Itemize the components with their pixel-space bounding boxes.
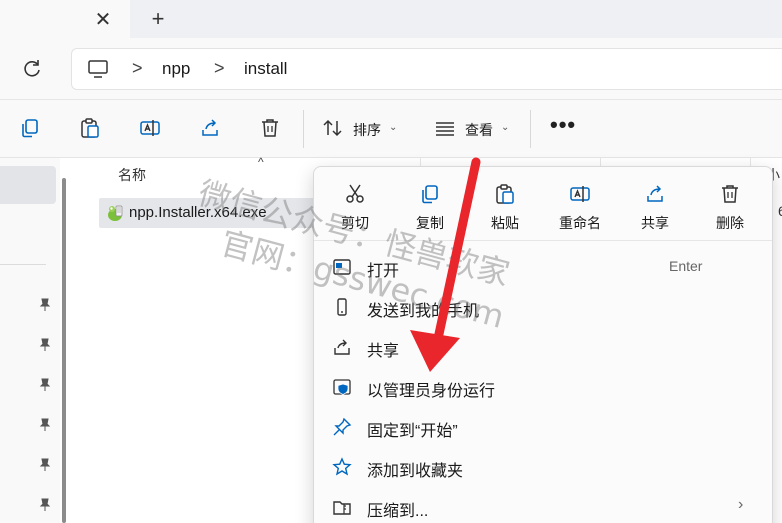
copy-icon [422, 185, 438, 204]
address-bar[interactable]: > npp > install [71, 48, 782, 90]
new-tab-button[interactable]: + [146, 6, 170, 31]
paste-button[interactable]: 粘贴 [467, 167, 543, 239]
copy-icon[interactable] [18, 116, 42, 140]
breadcrumb-install[interactable]: install [244, 59, 287, 79]
menu-item-label: 以管理员身份运行 [367, 383, 496, 400]
rename-button[interactable]: 重命名 [542, 167, 618, 239]
tab-strip: ✕ + [0, 0, 782, 38]
column-header-name[interactable]: 名称 [118, 165, 146, 185]
pin-icon[interactable] [38, 418, 52, 432]
share-button[interactable]: 共享 [617, 167, 693, 239]
trash-icon [722, 185, 738, 203]
chevron-down-icon: ⌄ [389, 122, 398, 133]
share-icon[interactable] [198, 116, 222, 140]
toolbar-divider [530, 110, 531, 148]
file-size-fragment: 6 [778, 203, 782, 219]
delete-button[interactable]: 删除 [692, 167, 768, 239]
pin-icon[interactable] [38, 338, 52, 352]
toolbar-divider [303, 110, 304, 148]
share-icon [647, 185, 663, 202]
context-menu: 剪切 复制 粘贴 重命名 共享 删除 打开 Enter 发送到我的手机 共享 以… [313, 166, 773, 523]
close-icon: ✕ [94, 8, 112, 31]
open-app-icon [333, 259, 351, 275]
chevron-right-icon: › [738, 496, 744, 513]
pin-icon[interactable] [38, 498, 52, 512]
close-tab-button[interactable]: ✕ [92, 8, 114, 31]
breadcrumb-separator: > [214, 58, 225, 78]
pin-icon[interactable] [38, 378, 52, 392]
paste-label: 粘贴 [491, 215, 519, 231]
rename-icon[interactable] [138, 116, 162, 140]
chevron-down-icon: ⌄ [501, 122, 510, 133]
copy-button[interactable]: 复制 [392, 167, 468, 239]
nav-selected-item[interactable] [0, 166, 56, 204]
rename-icon [570, 186, 590, 202]
cut-button[interactable]: 剪切 [317, 167, 393, 239]
menu-item-label: 共享 [367, 343, 400, 360]
share-label: 共享 [641, 215, 669, 231]
share-icon [334, 339, 350, 355]
menu-item-compress-to[interactable]: 压缩到... › [314, 487, 772, 523]
more-options-button[interactable]: ••• [550, 112, 576, 138]
menu-item-accelerator: Enter [669, 258, 703, 274]
menu-item-pin-to-start[interactable]: 固定到“开始” [314, 407, 772, 447]
navigation-pane [0, 158, 60, 523]
sort-icon[interactable] [321, 116, 345, 140]
pin-icon[interactable] [38, 298, 52, 312]
quick-actions-bar: 剪切 复制 粘贴 重命名 共享 删除 [314, 167, 772, 241]
file-row-selected[interactable]: npp.Installer.x64.exe [99, 198, 315, 228]
nav-scrollbar[interactable] [62, 178, 66, 523]
paste-icon[interactable] [78, 116, 102, 140]
copy-label: 复制 [416, 215, 444, 231]
zip-folder-icon [333, 501, 351, 515]
star-icon [332, 457, 352, 476]
menu-item-share[interactable]: 共享 [314, 327, 772, 367]
notepad-plus-plus-icon [108, 205, 123, 221]
breadcrumb-npp[interactable]: npp [162, 59, 190, 79]
menu-item-label: 发送到我的手机 [367, 303, 480, 320]
menu-item-label: 添加到收藏夹 [367, 463, 464, 480]
view-button[interactable]: 查看 [465, 120, 493, 140]
address-row: > npp > install [0, 38, 782, 100]
menu-item-label: 压缩到... [367, 503, 429, 520]
menu-item-add-to-favorites[interactable]: 添加到收藏夹 [314, 447, 772, 487]
pin-icon[interactable] [38, 458, 52, 472]
delete-label: 删除 [716, 215, 744, 231]
sort-button[interactable]: 排序 [353, 120, 381, 140]
shield-admin-icon [333, 379, 351, 395]
command-bar: 排序 ⌄ 查看 ⌄ ••• [0, 100, 782, 158]
paste-icon [496, 184, 514, 204]
sort-ascending-icon: ^ [258, 155, 264, 169]
pin-icon [333, 417, 352, 436]
phone-icon [337, 298, 347, 316]
breadcrumb-separator: > [132, 58, 143, 78]
trash-icon[interactable] [258, 116, 282, 140]
cut-label: 剪切 [341, 215, 369, 231]
menu-item-label: 固定到“开始” [367, 423, 458, 440]
menu-item-run-as-admin[interactable]: 以管理员身份运行 [314, 367, 772, 407]
rename-label: 重命名 [559, 215, 601, 231]
file-name: npp.Installer.x64.exe [129, 204, 267, 221]
refresh-icon[interactable] [20, 57, 44, 81]
menu-item-open[interactable]: 打开 Enter [314, 247, 772, 287]
view-icon[interactable] [433, 116, 457, 140]
plus-icon: + [151, 6, 165, 31]
nav-divider [0, 264, 46, 265]
active-tab[interactable]: ✕ [0, 0, 130, 38]
scissors-icon [346, 184, 364, 203]
menu-item-send-to-phone[interactable]: 发送到我的手机 [314, 287, 772, 327]
menu-item-label: 打开 [367, 263, 400, 280]
computer-icon [88, 60, 108, 78]
